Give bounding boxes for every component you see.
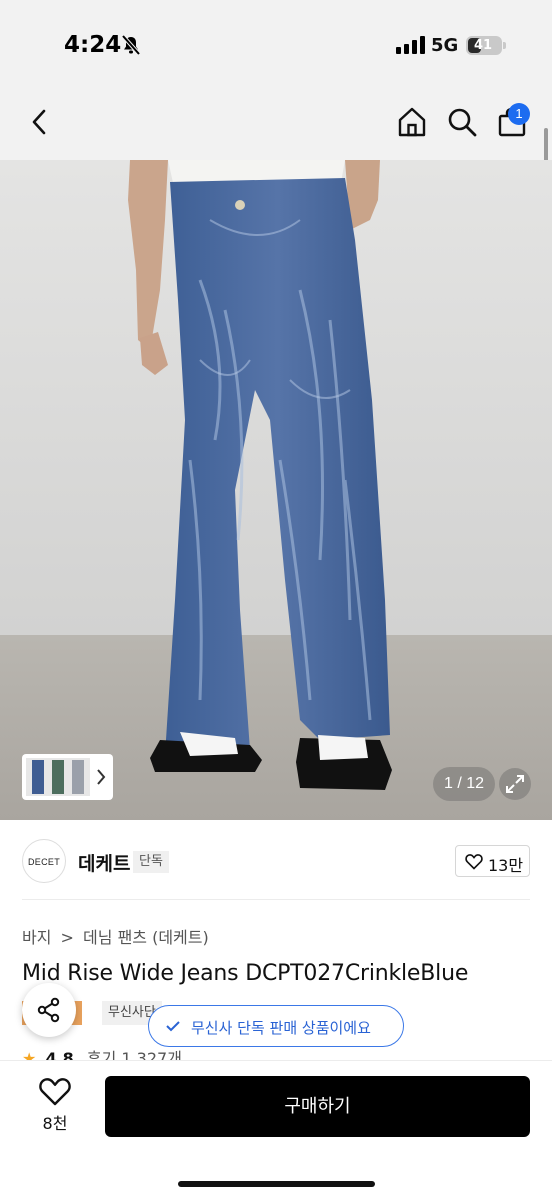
thumbnail-image — [26, 758, 90, 796]
chevron-right-icon — [97, 769, 106, 785]
product-title: Mid Rise Wide Jeans DCPT027CrinkleBlue — [22, 961, 469, 986]
product-photo[interactable] — [0, 160, 552, 820]
battery-level: 41 — [473, 38, 493, 53]
battery-cap — [503, 42, 506, 49]
toast-text: 무신사 단독 판매 상품이에요 — [191, 1019, 371, 1037]
share-button[interactable] — [22, 983, 76, 1037]
status-time: 4:24 — [64, 32, 122, 58]
divider — [22, 899, 530, 900]
breadcrumb: 바지 > 데님 팬츠 (데케트) — [22, 924, 213, 948]
top-nav-bar — [0, 90, 552, 160]
breadcrumb-separator: > — [60, 928, 74, 947]
brand-name[interactable]: 데케트 — [78, 849, 130, 876]
home-icon[interactable] — [396, 106, 428, 138]
back-chevron-icon[interactable] — [24, 106, 56, 138]
heart-icon — [465, 854, 483, 870]
product-photo-illustration — [0, 160, 552, 820]
search-icon[interactable] — [446, 106, 478, 138]
expand-icon — [506, 775, 524, 793]
exclusive-sale-toast[interactable]: 무신사 단독 판매 상품이에요 — [148, 1005, 404, 1047]
thumbnail-strip[interactable] — [22, 754, 113, 800]
brand-logo[interactable]: DECET — [22, 839, 66, 883]
status-bar: 4:24 5G 41 — [0, 0, 552, 90]
exclusive-tag: 단독 — [133, 851, 169, 873]
wishlist-count: 8천 — [42, 1114, 68, 1133]
brand-like-count: 13만 — [488, 856, 524, 875]
brand-like-button[interactable]: 13만 — [455, 845, 530, 877]
breadcrumb-category[interactable]: 바지 — [22, 928, 51, 947]
home-indicator — [178, 1181, 375, 1187]
signal-icon — [396, 36, 425, 54]
battery-icon: 41 — [466, 36, 502, 55]
share-icon — [37, 997, 60, 1023]
wishlist-heart-icon[interactable] — [38, 1077, 72, 1107]
cart-count-badge: 1 — [508, 103, 530, 125]
expand-button[interactable] — [499, 768, 531, 800]
check-icon — [166, 1021, 180, 1032]
breadcrumb-subcategory[interactable]: 데님 팬츠 (데케트) — [83, 928, 209, 947]
bell-off-icon — [121, 34, 141, 56]
network-label: 5G — [431, 35, 459, 56]
buy-button[interactable]: 구매하기 — [105, 1076, 530, 1137]
image-counter: 1 / 12 — [433, 767, 495, 801]
